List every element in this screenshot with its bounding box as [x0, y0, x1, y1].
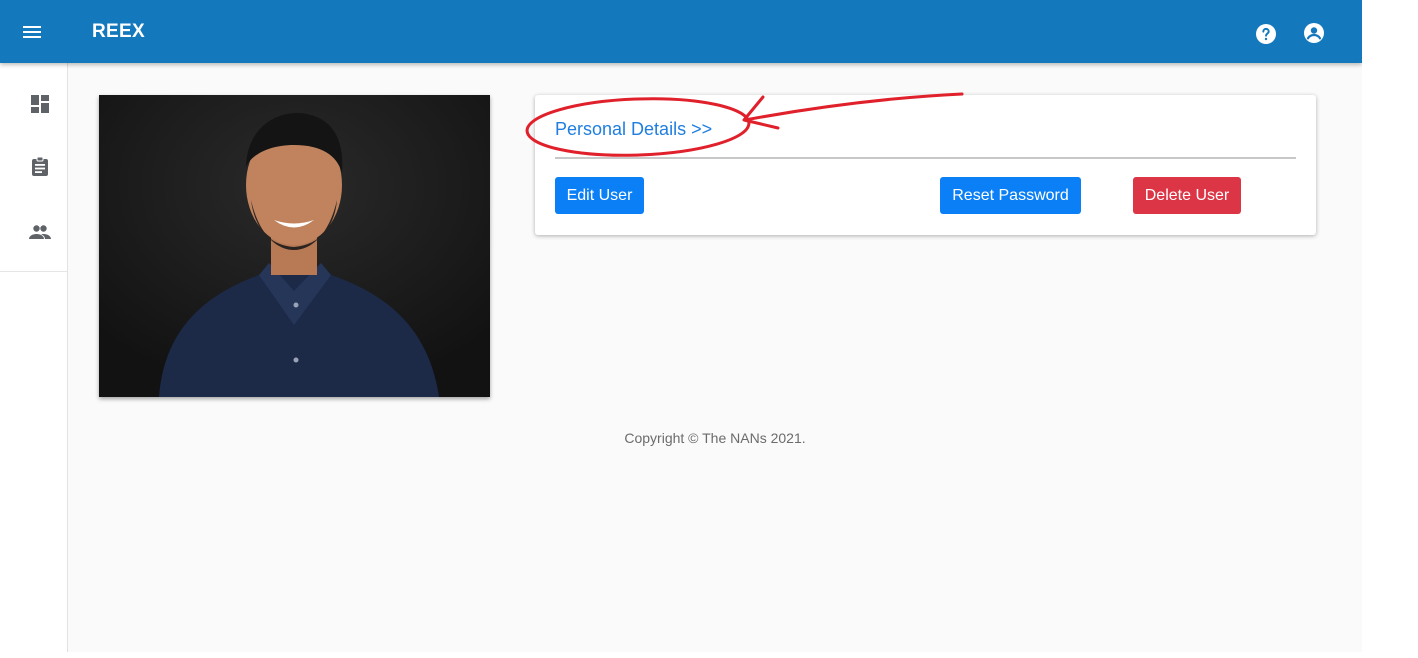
help-icon[interactable]	[1254, 22, 1278, 46]
user-actions-card: Personal Details >> Edit User Reset Pass…	[535, 95, 1316, 235]
profile-photo-image	[99, 95, 490, 397]
drawer-divider	[0, 271, 67, 272]
side-drawer	[0, 63, 68, 652]
edit-user-button[interactable]: Edit User	[555, 177, 644, 214]
app-window: REEX Personal Details >> Edit User Reset…	[0, 0, 1362, 652]
personal-details-link[interactable]: Personal Details >>	[555, 119, 712, 140]
account-circle-icon[interactable]	[1302, 21, 1326, 45]
profile-photo	[99, 95, 490, 397]
app-bar: REEX	[0, 0, 1362, 63]
menu-icon[interactable]	[20, 20, 44, 44]
dashboard-icon[interactable]	[28, 92, 52, 116]
copyright-footer: Copyright © The NANs 2021.	[624, 430, 806, 446]
reset-password-button[interactable]: Reset Password	[940, 177, 1081, 214]
people-icon[interactable]	[28, 220, 52, 244]
app-title: REEX	[92, 21, 145, 42]
assignment-icon[interactable]	[28, 155, 52, 179]
delete-user-button[interactable]: Delete User	[1133, 177, 1241, 214]
card-divider	[555, 157, 1296, 159]
